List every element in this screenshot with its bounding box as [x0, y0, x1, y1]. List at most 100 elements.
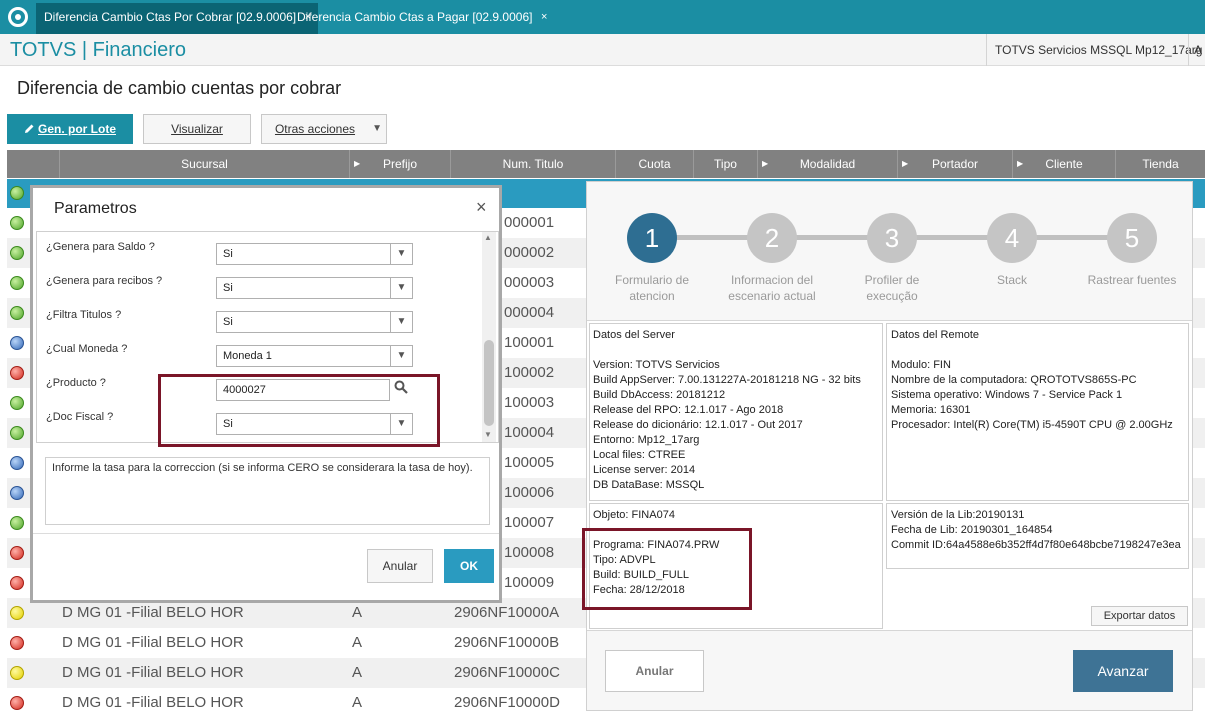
cell-prefijo: A	[352, 694, 363, 711]
server-info-line: Build AppServer: 7.00.131227A-20181218 N…	[593, 374, 861, 386]
close-icon[interactable]: ×	[476, 197, 487, 218]
column-tipo[interactable]: Tipo	[693, 150, 757, 178]
status-dot-icon	[10, 216, 24, 230]
server-info-line: Entorno: Mp12_17arg	[593, 434, 700, 446]
step-5[interactable]: 5	[1107, 213, 1157, 263]
visualizar-button[interactable]: Visualizar	[143, 114, 251, 144]
cell-num-titulo: 100004	[504, 424, 555, 441]
gen-por-lote-button[interactable]: Gen. por Lote	[7, 114, 133, 144]
status-dot-icon	[10, 186, 24, 200]
step-1-label: Formulario de atencion	[614, 273, 690, 303]
server-info-line: DB DataBase: MSSQL	[593, 479, 705, 491]
cell-prefijo: A	[352, 664, 363, 681]
server-info-lines: Version: TOTVS Servicios Build AppServer:…	[593, 358, 861, 493]
param-label-doc-fiscal: ¿Doc Fiscal ?	[46, 411, 114, 423]
panel-anular-button[interactable]: Anular	[605, 650, 704, 692]
cell-num-titulo: 000001	[504, 214, 555, 231]
environment-label[interactable]: TOTVS Servicios MSSQL Mp12_17arg	[986, 34, 1202, 66]
brand-title: TOTVS | Financiero	[10, 39, 186, 61]
sort-caret-icon: ▶	[1017, 159, 1024, 168]
ok-button[interactable]: OK	[444, 549, 494, 583]
tab-close-icon[interactable]: ×	[541, 3, 547, 31]
dropdown-arrow-icon[interactable]: ▼	[390, 244, 412, 264]
param-select-saldo[interactable]: Si ▼	[216, 243, 413, 265]
remote-info-title: Datos del Remote	[891, 329, 980, 341]
tab-ctas-por-cobrar[interactable]: Diferencia Cambio Ctas Por Cobrar [02.9.…	[36, 3, 319, 34]
cell-num-titulo: 000002	[504, 244, 555, 261]
param-label-moneda: ¿Cual Moneda ?	[46, 343, 128, 355]
server-info-line: Release do dicionário: 12.1.017 - Out 20…	[593, 419, 803, 431]
cell-sucursal: D MG 01 -Filial BELO HOR	[62, 664, 244, 681]
scroll-up-icon[interactable]: ▲	[484, 233, 492, 242]
totvs-logo-icon[interactable]	[8, 7, 28, 27]
cell-num-titulo: 100008	[504, 544, 555, 561]
cell-num-titulo: 2906NF10000B	[454, 634, 560, 651]
otras-acciones-button[interactable]: Otras acciones ▼	[261, 114, 387, 144]
gen-por-lote-label: Gen. por Lote	[38, 122, 116, 136]
status-dot-icon	[10, 636, 24, 650]
cell-num-titulo: 100009	[504, 574, 555, 591]
cell-num-titulo: 100003	[504, 394, 555, 411]
column-cuota[interactable]: Cuota	[615, 150, 693, 178]
tab-ctas-a-pagar[interactable]: Diferencia Cambio Ctas a Pagar [02.9.000…	[289, 3, 554, 34]
param-select-filtra[interactable]: Si ▼	[216, 311, 413, 333]
column-sucursal[interactable]: Sucursal	[59, 150, 349, 178]
server-info-line: Version: TOTVS Servicios	[593, 359, 720, 371]
status-dot-icon	[10, 366, 24, 380]
cell-sucursal: D MG 01 -Filial BELO HOR	[62, 694, 244, 711]
status-dot-icon	[10, 276, 24, 290]
column-cliente[interactable]: ▶ Cliente	[1012, 150, 1115, 178]
lib-info-line: Versión de la Lib:20190131	[891, 509, 1025, 521]
sort-caret-icon: ▶	[762, 159, 769, 168]
server-info-line: Local files: CTREE	[593, 449, 686, 461]
step-2[interactable]: 2	[747, 213, 797, 263]
user-menu[interactable]: A	[1188, 34, 1205, 66]
column-modalidad[interactable]: ▶ Modalidad	[757, 150, 897, 178]
step-5-label: Rastrear fuentes	[1087, 273, 1177, 287]
column-num-titulo[interactable]: Num. Titulo	[450, 150, 615, 178]
remote-info-line: Nombre de la computadora: QROTOTVS865S-P…	[891, 374, 1137, 386]
param-label-filtra: ¿Filtra Titulos ?	[46, 309, 122, 321]
dialog-divider	[33, 533, 499, 534]
dropdown-arrow-icon[interactable]: ▼	[390, 312, 412, 332]
step-1[interactable]: 1	[627, 213, 677, 263]
step-4-label: Stack	[996, 273, 1027, 287]
avanzar-button[interactable]: Avanzar	[1073, 650, 1173, 692]
lib-info-line: Fecha de Lib: 20190301_164854	[891, 524, 1053, 536]
remote-info-line: Modulo: FIN	[891, 359, 951, 371]
status-dot-icon	[10, 576, 24, 590]
column-portador[interactable]: ▶ Portador	[897, 150, 1012, 178]
server-info-title: Datos del Server	[593, 329, 675, 341]
cell-num-titulo: 100005	[504, 454, 555, 471]
param-select-moneda[interactable]: Moneda 1 ▼	[216, 345, 413, 367]
param-select-recibos[interactable]: Si ▼	[216, 277, 413, 299]
dropdown-arrow-icon[interactable]: ▼	[390, 278, 412, 298]
tab-label: Diferencia Cambio Ctas a Pagar [02.9.000…	[297, 10, 533, 24]
cell-sucursal: D MG 01 -Filial BELO HOR	[62, 604, 244, 621]
step-4[interactable]: 4	[987, 213, 1037, 263]
remote-info-line: Memoria: 16301	[891, 404, 971, 416]
exportar-datos-button[interactable]: Exportar datos	[1091, 606, 1188, 626]
cell-num-titulo: 000003	[504, 274, 555, 291]
scrollbar-thumb[interactable]	[484, 340, 494, 426]
visualizar-label: Visualizar	[171, 122, 223, 136]
server-info-line: Release del RPO: 12.1.017 - Ago 2018	[593, 404, 784, 416]
dropdown-arrow-icon[interactable]: ▼	[390, 346, 412, 366]
status-dot-icon	[10, 516, 24, 530]
dialog-title: Parametros	[54, 200, 137, 217]
highlight-box	[158, 374, 440, 447]
column-tienda[interactable]: Tienda	[1115, 150, 1205, 178]
scroll-down-icon[interactable]: ▼	[484, 430, 492, 439]
sort-caret-icon: ▶	[902, 159, 909, 168]
remote-info-lines: Modulo: FIN Nombre de la computadora: QRO…	[891, 358, 1173, 433]
step-3[interactable]: 3	[867, 213, 917, 263]
cell-prefijo: A	[352, 604, 363, 621]
chevron-down-icon: ▼	[372, 123, 382, 134]
status-dot-icon	[10, 546, 24, 560]
sort-caret-icon: ▶	[354, 159, 361, 168]
column-prefijo[interactable]: ▶ Prefijo	[349, 150, 450, 178]
anular-button[interactable]: Anular	[367, 549, 433, 583]
param-label-producto: ¿Producto ?	[46, 377, 106, 389]
status-dot-icon	[10, 666, 24, 680]
cell-num-titulo: 100001	[504, 334, 555, 351]
